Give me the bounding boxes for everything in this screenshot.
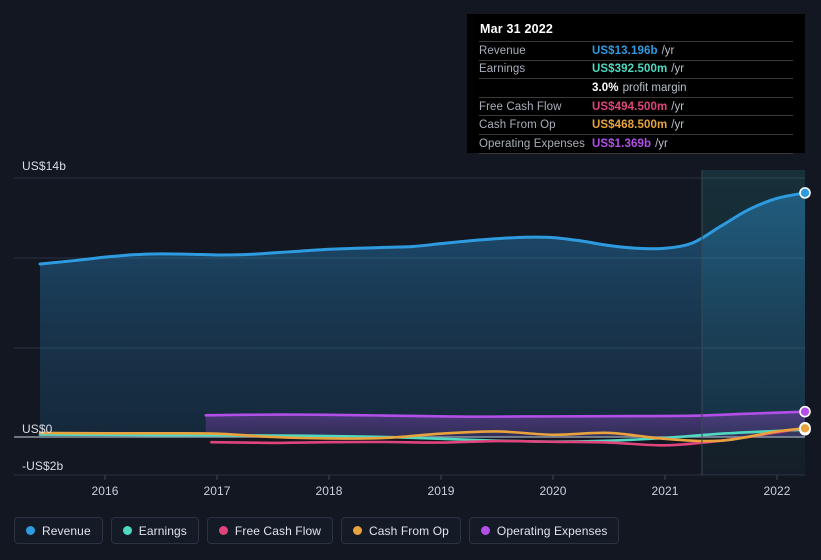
legend-swatch-icon bbox=[480, 526, 490, 535]
tooltip-row: Free Cash Flow US$494.500m/yr bbox=[479, 96, 793, 116]
tooltip-metric-label: Revenue bbox=[479, 44, 526, 57]
tooltip-row: Revenue US$13.196b/yr bbox=[479, 41, 793, 60]
x-axis-label: 2022 bbox=[763, 484, 791, 498]
legend-swatch-icon bbox=[122, 526, 132, 535]
tooltip-row: 3.0% profit margin bbox=[479, 78, 793, 97]
y-axis-label: US$0 bbox=[22, 422, 53, 436]
chart-legend[interactable]: Revenue Earnings Free Cash Flow Cash From O… bbox=[14, 517, 620, 544]
legend-item-label: Free Cash Flow bbox=[234, 523, 322, 538]
tooltip-row: Cash From Op US$468.500m/yr bbox=[479, 115, 793, 134]
tooltip-metric-value: US$392.500m bbox=[592, 63, 668, 76]
legend-item-label: Revenue bbox=[42, 523, 91, 538]
x-axis-label: 2018 bbox=[315, 484, 343, 498]
y-axis-label: US$14b bbox=[22, 159, 66, 173]
x-axis-label: 2016 bbox=[91, 484, 119, 498]
tooltip-metric-suffix: /yr bbox=[671, 100, 685, 113]
tooltip-metric-label: Cash From Op bbox=[479, 119, 556, 132]
legend-item-cash-from-op[interactable]: Cash From Op bbox=[341, 517, 461, 544]
legend-item-label: Cash From Op bbox=[369, 523, 449, 538]
tooltip-metric-value: US$1.369b bbox=[592, 137, 652, 150]
tooltip-metric-value: US$494.500m bbox=[592, 100, 668, 113]
x-axis-label: 2019 bbox=[427, 484, 455, 498]
tooltip-row: Operating Expenses US$1.369b/yr bbox=[479, 133, 793, 154]
x-axis-label: 2021 bbox=[651, 484, 679, 498]
legend-item-operating-expenses[interactable]: Operating Expenses bbox=[468, 517, 620, 544]
legend-item-label: Operating Expenses bbox=[496, 523, 608, 538]
tooltip-metric-label: Operating Expenses bbox=[479, 137, 586, 150]
tooltip-metric-value: US$468.500m bbox=[592, 119, 668, 132]
x-axis-label: 2017 bbox=[203, 484, 231, 498]
tooltip-metric-suffix: /yr bbox=[655, 137, 668, 150]
tooltip-profit-margin-label: profit margin bbox=[622, 81, 687, 94]
legend-item-revenue[interactable]: Revenue bbox=[14, 517, 103, 544]
x-axis-label: 2020 bbox=[539, 484, 567, 498]
tooltip-date-title: Mar 31 2022 bbox=[480, 22, 554, 36]
tooltip-row: Earnings US$392.500m/yr bbox=[479, 59, 793, 79]
legend-item-free-cash-flow[interactable]: Free Cash Flow bbox=[206, 517, 334, 544]
legend-item-label: Earnings bbox=[138, 523, 187, 538]
tooltip-metric-suffix: /yr bbox=[661, 44, 675, 57]
tooltip-rows: Revenue US$13.196b/yr Earnings US$392.500m /… bbox=[479, 41, 793, 154]
tooltip-metric-value: 3.0% bbox=[592, 81, 619, 94]
y-axis-label: -US$2b bbox=[22, 459, 64, 473]
legend-swatch-icon bbox=[26, 526, 35, 535]
legend-swatch-icon bbox=[218, 526, 228, 535]
legend-item-earnings[interactable]: Earnings bbox=[110, 517, 199, 544]
data-tooltip: Mar 31 2022 Revenue US$13.196b/yr Earnings… bbox=[467, 14, 805, 154]
tooltip-metric-label: Free Cash Flow bbox=[479, 100, 562, 113]
legend-swatch-icon bbox=[353, 526, 363, 535]
tooltip-metric-suffix: /yr bbox=[671, 119, 685, 132]
tooltip-metric-value: US$13.196b bbox=[592, 44, 658, 57]
tooltip-metric-suffix: /yr bbox=[671, 63, 685, 76]
tooltip-metric-label: Earnings bbox=[479, 63, 526, 76]
chart-screenshot: US$14b US$0 -US$2b 2016 2017 2018 2019 2020 202… bbox=[0, 0, 821, 560]
